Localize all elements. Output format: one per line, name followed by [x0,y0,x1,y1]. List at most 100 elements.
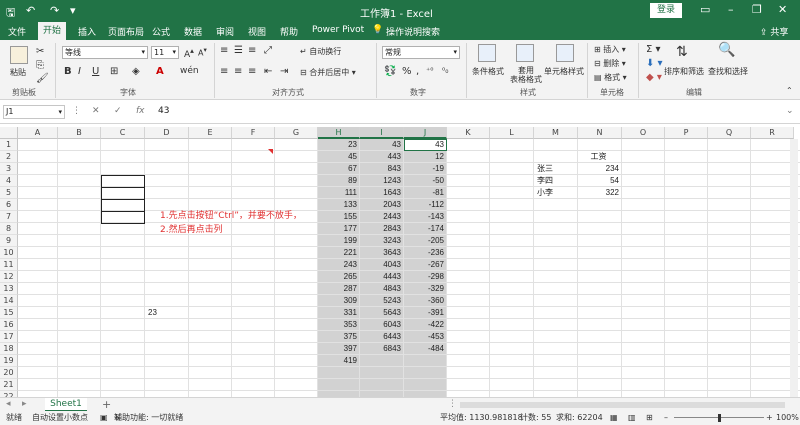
cell-h13[interactable]: 287 [318,283,360,295]
align-center-icon[interactable]: ≡ [234,66,242,77]
cell-j9[interactable]: -205 [404,235,447,247]
delete-cells-button[interactable]: ⊟ 删除 ▾ [594,58,626,69]
font-name-select[interactable]: 等线 ▾ [62,46,148,59]
sort-filter-icon[interactable]: ⇅ [676,44,688,60]
align-right-icon[interactable]: ≡ [248,66,256,77]
minimize-icon[interactable]: – [728,3,734,16]
salary-name[interactable]: 李四 [534,175,578,187]
bold-icon[interactable]: B [64,66,72,77]
cell-h19[interactable]: 419 [318,355,360,367]
cell-h8[interactable]: 177 [318,223,360,235]
copy-icon[interactable]: ⎘ [36,60,44,71]
bottom-align-icon[interactable]: ≡ [248,45,256,56]
tab-insert[interactable]: 插入 [78,25,96,38]
cell-i7[interactable]: 2443 [360,211,404,223]
cell-i8[interactable]: 2843 [360,223,404,235]
cell-j10[interactable]: -236 [404,247,447,259]
merge-center-button[interactable]: ⊟ 合并后居中 ▾ [300,67,356,78]
formula-input[interactable]: 43 [158,105,790,119]
column-header-n[interactable]: N [578,127,622,139]
row-header-1[interactable]: 1 [0,139,18,151]
cell-j5[interactable]: -81 [404,187,447,199]
tab-page-layout[interactable]: 页面布局 [108,25,144,38]
salary-value[interactable]: 234 [578,163,622,175]
cell-h12[interactable]: 265 [318,271,360,283]
cell-h1[interactable]: 23 [318,139,360,151]
cell-j8[interactable]: -174 [404,223,447,235]
format-as-table-button[interactable]: 套用 表格格式 [510,66,542,84]
decrease-indent-icon[interactable]: ⇤ [264,66,272,77]
tell-me-search[interactable]: 操作说明搜索 [386,25,440,38]
cell-j13[interactable]: -329 [404,283,447,295]
decrease-font-icon[interactable]: A▾ [198,46,207,58]
find-select-button[interactable]: 查找和选择 [708,66,748,77]
scroll-right-icon[interactable]: ▸ [22,399,27,409]
save-icon[interactable]: 🖫 [6,4,15,23]
salary-value[interactable]: 54 [578,175,622,187]
cell-j11[interactable]: -267 [404,259,447,271]
cell-h4[interactable]: 89 [318,175,360,187]
page-break-view-icon[interactable]: ⊞ [646,411,653,425]
cell-j15[interactable]: -391 [404,307,447,319]
page-layout-view-icon[interactable]: ▥ [628,411,636,425]
column-header-j[interactable]: J [404,127,447,139]
column-header-r[interactable]: R [751,127,794,139]
cancel-icon[interactable]: ✕ [92,106,100,116]
collapse-ribbon-icon[interactable]: ⌃ [786,86,793,95]
conditional-format-icon[interactable] [478,44,496,62]
cell-i5[interactable]: 1643 [360,187,404,199]
cell-j12[interactable]: -298 [404,271,447,283]
worksheet-grid[interactable]: A B C D E F G H I J K L M N O P Q R 1 2 3 4 5 6 7 8 9 10 11 12 13 14 15 1… [0,127,800,397]
phonetic-icon[interactable]: wén [180,66,199,76]
conditional-format-button[interactable]: 条件格式 [472,66,504,77]
underline-icon[interactable]: U [92,66,99,77]
cell-i4[interactable]: 1243 [360,175,404,187]
column-header-e[interactable]: E [189,127,232,139]
column-header-h[interactable]: H [318,127,360,139]
tab-home[interactable]: 开始 [38,22,67,40]
cell-h17[interactable]: 375 [318,331,360,343]
font-color-icon[interactable]: A [156,66,164,77]
row-header-3[interactable]: 3 [0,163,18,175]
cell-i15[interactable]: 5643 [360,307,404,319]
increase-decimal-icon[interactable]: ⁺⁰ [426,66,433,75]
row-header-15[interactable]: 15 [0,307,18,319]
name-box[interactable]: J1 ▾ [3,105,65,119]
column-header-f[interactable]: F [232,127,275,139]
cell-j16[interactable]: -422 [404,319,447,331]
align-left-icon[interactable]: ≡ [220,66,228,77]
column-header-k[interactable]: K [447,127,490,139]
row-header-11[interactable]: 11 [0,259,18,271]
cell-i1[interactable]: 43 [360,139,404,151]
cell-h10[interactable]: 221 [318,247,360,259]
column-header-i[interactable]: I [360,127,404,139]
row-header-13[interactable]: 13 [0,283,18,295]
percent-icon[interactable]: % [402,66,412,77]
row-header-16[interactable]: 16 [0,319,18,331]
normal-view-icon[interactable]: ▦ [610,411,618,425]
row-header-19[interactable]: 19 [0,355,18,367]
select-all-corner[interactable] [0,127,18,139]
cell-h18[interactable]: 397 [318,343,360,355]
cell-styles-button[interactable]: 单元格样式 [544,66,584,77]
column-header-o[interactable]: O [622,127,665,139]
column-header-b[interactable]: B [58,127,101,139]
row-header-12[interactable]: 12 [0,271,18,283]
sort-filter-button[interactable]: 排序和筛选 [664,66,704,77]
ribbon-display-icon[interactable]: ▭ [700,3,710,16]
cell-j14[interactable]: -360 [404,295,447,307]
cell-styles-icon[interactable] [556,44,574,62]
salary-name[interactable]: 小李 [534,187,578,199]
column-header-c[interactable]: C [101,127,145,139]
row-header-7[interactable]: 7 [0,211,18,223]
row-header-6[interactable]: 6 [0,199,18,211]
cell-j3[interactable]: -19 [404,163,447,175]
tab-review[interactable]: 审阅 [216,25,234,38]
cell-i16[interactable]: 6043 [360,319,404,331]
column-header-p[interactable]: P [665,127,708,139]
column-header-l[interactable]: L [490,127,534,139]
tab-view[interactable]: 视图 [248,25,266,38]
fill-color-icon[interactable]: ◈ [132,66,140,77]
format-as-table-icon[interactable] [516,44,534,62]
salary-value[interactable]: 322 [578,187,622,199]
